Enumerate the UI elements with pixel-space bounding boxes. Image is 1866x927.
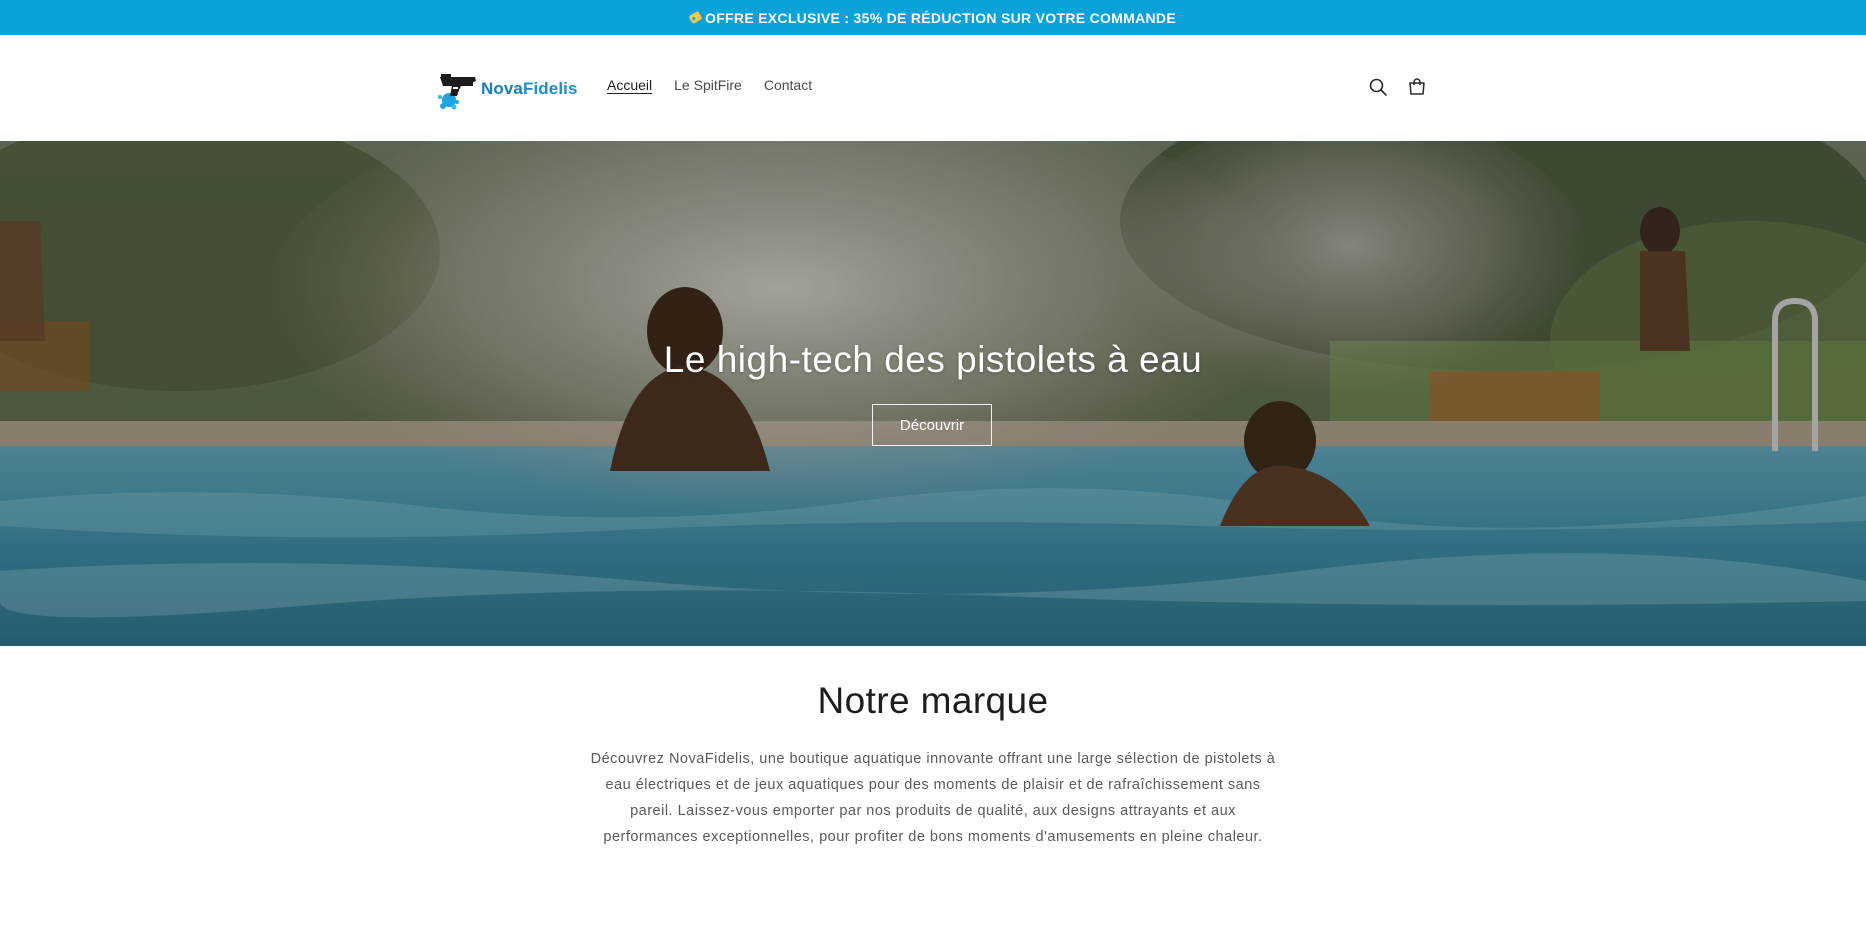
logo-text: NovaFidelis	[481, 79, 578, 99]
nav-item-le-spitfire[interactable]: Le SpitFire	[674, 77, 742, 93]
brand-section-text: Découvrez NovaFidelis, une boutique aqua…	[590, 751, 1276, 845]
nav-item-contact[interactable]: Contact	[764, 77, 812, 93]
hero-title: Le high-tech des pistolets à eau	[663, 339, 1203, 380]
announcement-text: OFFRE EXCLUSIVE : 35% DE RÉDUCTION SUR V…	[705, 9, 1176, 26]
search-icon[interactable]	[1364, 73, 1392, 101]
hero-banner: Le high-tech des pistolets à eau Découvr…	[0, 141, 1866, 646]
logo[interactable]: NovaFidelis	[437, 65, 578, 113]
water-pistol-logo-icon	[437, 66, 479, 112]
discover-button[interactable]: Découvrir	[872, 404, 992, 446]
nav-item-accueil[interactable]: Accueil	[607, 77, 652, 93]
cart-icon[interactable]	[1403, 73, 1431, 101]
logo-text-nova: Nova	[481, 79, 523, 98]
announcement-bar: OFFRE EXCLUSIVE : 35% DE RÉDUCTION SUR V…	[0, 0, 1866, 35]
logo-text-fidelis: Fidelis	[522, 79, 578, 98]
main-nav: Accueil Le SpitFire Contact	[607, 77, 812, 93]
hero-background-image	[0, 141, 1866, 646]
price-tag-icon	[688, 10, 703, 25]
brand-section-title: Notre marque	[817, 680, 1049, 721]
site-header: NovaFidelis Accueil Le SpitFire Contact	[0, 35, 1866, 141]
